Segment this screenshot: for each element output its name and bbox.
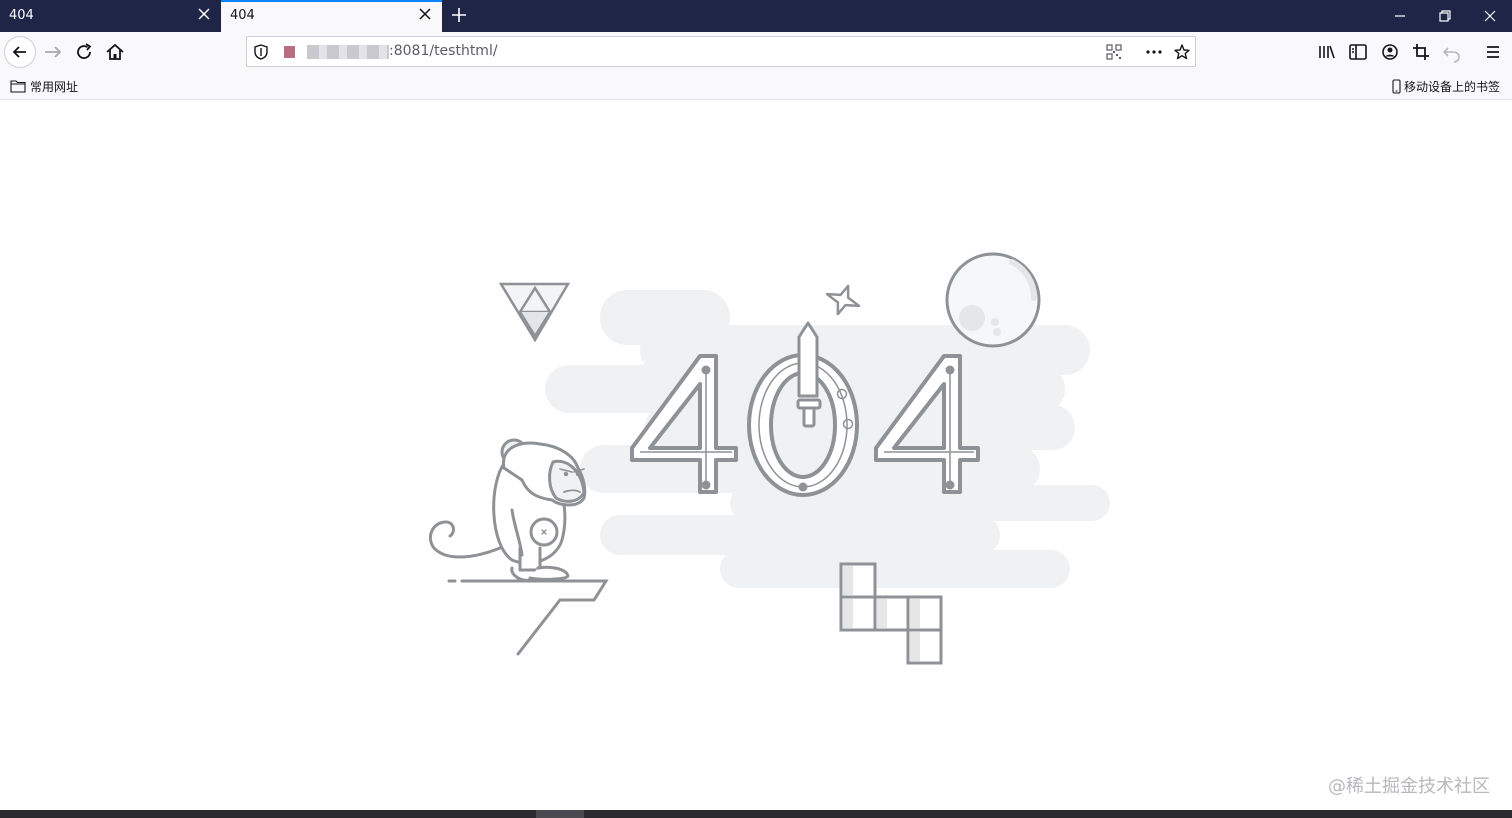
triforce-triangle-icon [498, 282, 571, 343]
tab-title: 404 [9, 8, 34, 23]
sidebar-icon[interactable] [1346, 40, 1370, 64]
bookmark-label: 移动设备上的书签 [1403, 79, 1500, 94]
reload-icon[interactable] [72, 40, 96, 64]
window-close-icon[interactable] [1482, 8, 1498, 24]
arrow-left-icon [12, 46, 26, 58]
nav-toolbar: :8081/testhtml/ [0, 32, 1512, 72]
library-icon[interactable] [1315, 40, 1339, 64]
cliff-ledge [447, 579, 609, 656]
bookmark-star-icon[interactable] [1173, 43, 1191, 61]
os-taskbar [0, 810, 1512, 818]
minimize-icon[interactable] [1392, 8, 1408, 24]
tab-1[interactable]: 404 [0, 0, 221, 32]
sparkle-star-icon [825, 284, 861, 316]
watermark: @稀土掘金技术社区 [1328, 776, 1490, 797]
taskbar-item[interactable] [536, 810, 584, 818]
address-bar[interactable]: :8081/testhtml/ [246, 36, 1196, 67]
tab-strip: 404 404 [0, 0, 1512, 32]
tab-2[interactable]: 404 [221, 0, 442, 32]
new-tab-plus-icon[interactable] [450, 6, 468, 24]
home-icon[interactable] [103, 40, 127, 64]
url-text[interactable]: :8081/testhtml/ [389, 43, 498, 59]
close-icon[interactable] [196, 6, 212, 22]
bookmark-folder-common[interactable]: 常用网址 [10, 77, 78, 95]
hamburger-menu-icon[interactable] [1481, 40, 1505, 64]
mobile-bookmarks[interactable]: 移动设备上的书签 [1392, 77, 1500, 95]
shield-icon[interactable] [252, 43, 270, 61]
mobile-device-icon [1392, 78, 1401, 94]
bookmarks-bar: 常用网址 移动设备上的书签 [0, 72, 1512, 100]
more-actions-icon[interactable] [1145, 43, 1163, 61]
folder-icon [10, 80, 26, 93]
restore-icon[interactable] [1437, 8, 1453, 24]
account-icon[interactable] [1378, 40, 1402, 64]
page-content [0, 100, 1512, 810]
site-favicon [284, 46, 295, 58]
close-icon[interactable] [417, 6, 433, 22]
tab-title: 404 [230, 8, 255, 23]
undo-icon[interactable] [1440, 40, 1464, 64]
404-illustration [429, 252, 1110, 665]
moon-icon [945, 252, 1041, 348]
blurred-host [307, 45, 389, 59]
monkey-mascot [429, 438, 587, 582]
screenshot-crop-icon[interactable] [1409, 40, 1433, 64]
qr-code-icon[interactable] [1105, 43, 1123, 61]
forward-button[interactable] [41, 40, 65, 64]
bookmark-label: 常用网址 [30, 79, 79, 94]
back-button[interactable] [4, 36, 36, 68]
